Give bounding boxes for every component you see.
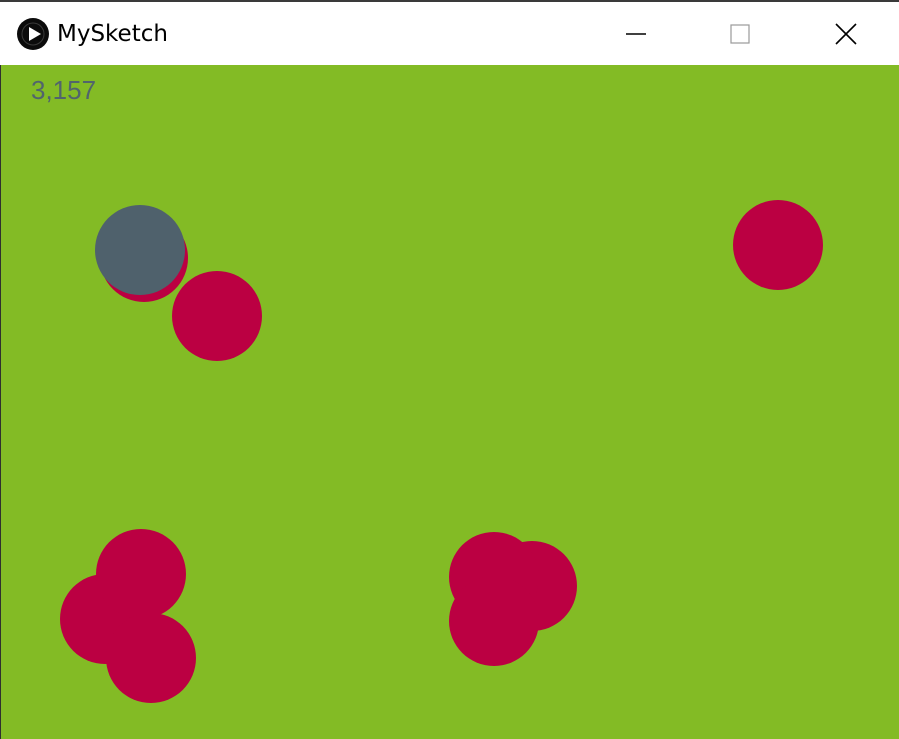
minimize-button[interactable] — [584, 4, 688, 64]
game-field — [60, 200, 823, 703]
sketch-window: MySketch 3,157 — [0, 0, 899, 739]
maximize-icon — [730, 24, 750, 44]
close-button[interactable] — [794, 4, 898, 64]
enemy-ball — [96, 529, 186, 619]
enemy-ball — [106, 613, 196, 703]
player-ball[interactable] — [95, 205, 185, 295]
title-bar[interactable]: MySketch — [0, 2, 899, 65]
window-title: MySketch — [57, 21, 168, 47]
enemy-ball — [172, 271, 262, 361]
close-icon — [835, 23, 857, 45]
enemy-ball — [733, 200, 823, 290]
minimize-icon — [626, 24, 646, 44]
processing-play-icon — [17, 18, 49, 50]
maximize-button[interactable] — [688, 4, 792, 64]
enemy-ball — [449, 576, 539, 666]
sketch-canvas[interactable]: 3,157 — [1, 65, 899, 739]
